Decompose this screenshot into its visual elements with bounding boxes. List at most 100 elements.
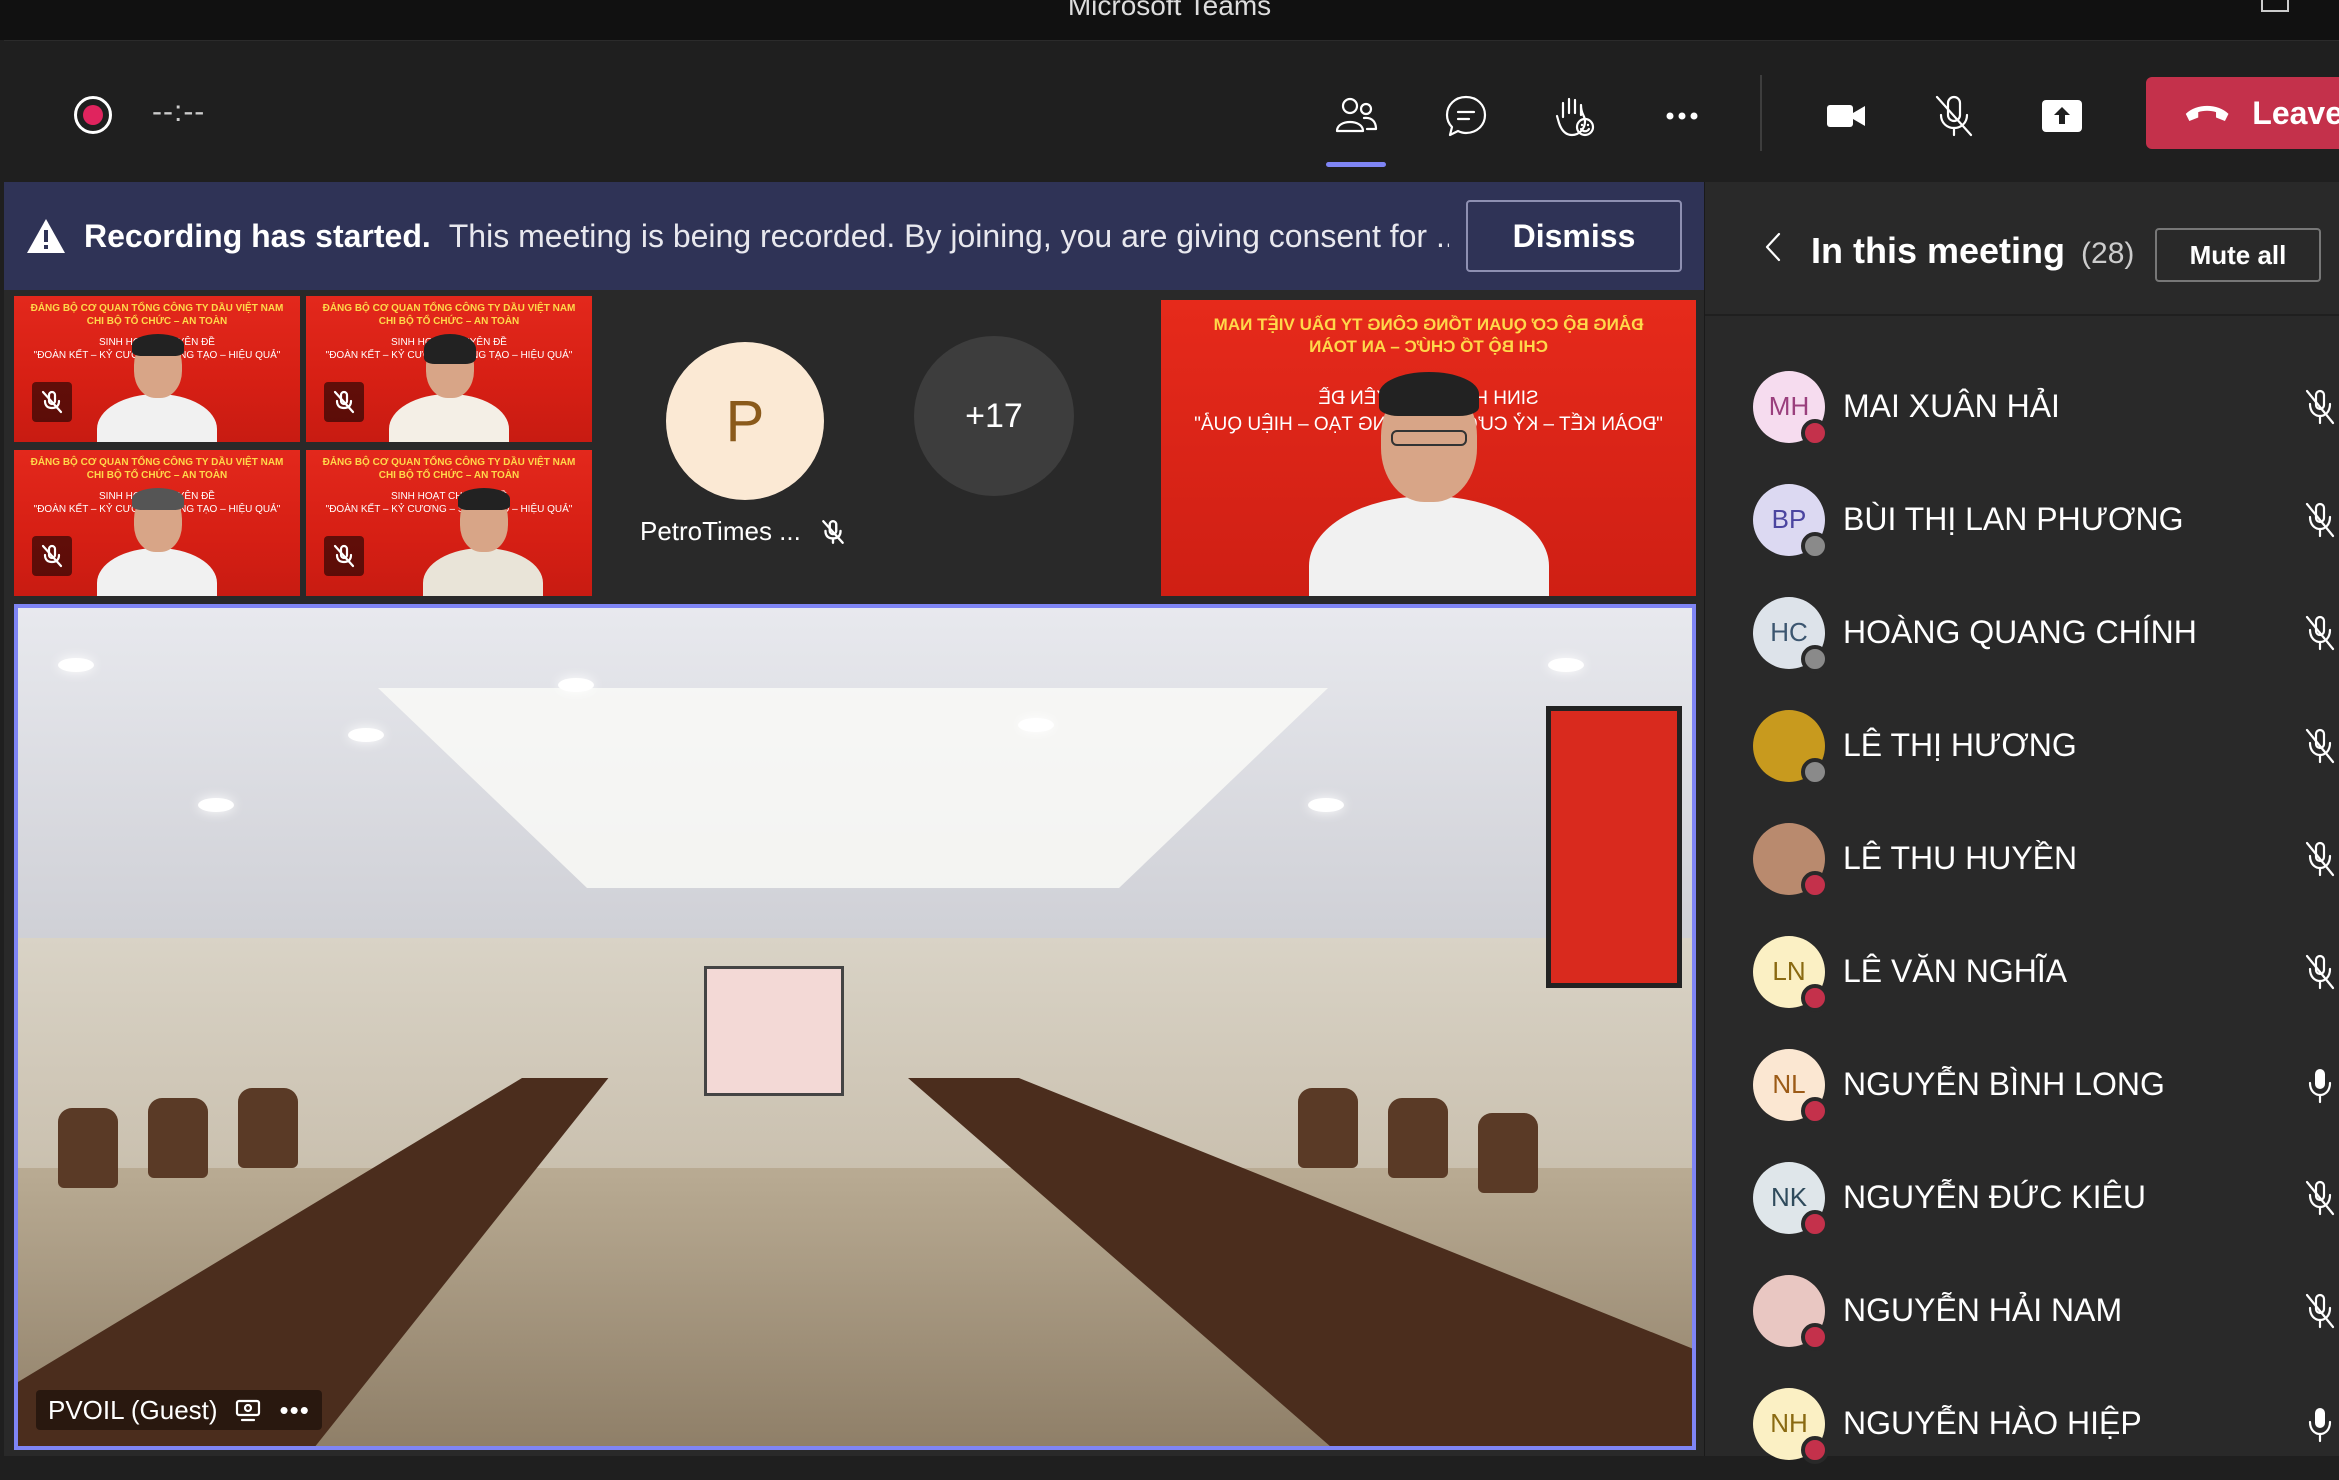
- mic-off-icon[interactable]: [2303, 952, 2337, 992]
- mic-off-icon[interactable]: [2303, 1291, 2337, 1331]
- wall-monitor: [1546, 706, 1682, 988]
- participant-video-tile[interactable]: ĐẢNG BỘ CƠ QUAN TỔNG CÔNG TY DẦU VIỆT NA…: [306, 296, 592, 442]
- participant-avatar[interactable]: P: [666, 342, 824, 500]
- participant-name: LÊ THỊ HƯƠNG: [1843, 727, 2077, 763]
- mic-off-icon: [1935, 95, 1973, 137]
- share-content-button[interactable]: [2024, 81, 2100, 151]
- participant-name: NGUYỄN HẢI NAM: [1843, 1292, 2123, 1328]
- participant-avatar: MH: [1753, 370, 1829, 447]
- tile-banner-text: ĐẢNG BỘ CƠ QUAN TỔNG CÔNG TY DẦU VIỆT NA…: [30, 457, 284, 481]
- leave-meeting-button[interactable]: Leave: [2146, 77, 2339, 149]
- maximize-icon[interactable]: [2261, 0, 2289, 12]
- participants-icon: [1335, 97, 1378, 133]
- more-actions-button[interactable]: [1644, 81, 1720, 151]
- presence-status-icon: [1801, 644, 1829, 673]
- tile-muted-badge: [32, 536, 72, 576]
- mute-all-button[interactable]: Mute all: [2155, 228, 2321, 282]
- mic-icon[interactable]: [2303, 1065, 2337, 1105]
- mic-icon[interactable]: [2303, 1404, 2337, 1444]
- participant-avatar: HC: [1753, 596, 1829, 673]
- tile-muted-badge: [324, 536, 364, 576]
- mic-off-icon[interactable]: [2303, 387, 2337, 427]
- participant-row[interactable]: NH NGUYỄN HÀO HIỆP: [1705, 1367, 2339, 1480]
- participant-avatar: [1753, 822, 1829, 899]
- participant-name: HOÀNG QUANG CHÍNH: [1843, 614, 2197, 650]
- raise-hand-button[interactable]: [1536, 81, 1612, 151]
- participant-row[interactable]: MH MAI XUÂN HẢI: [1705, 350, 2339, 463]
- mic-off-icon[interactable]: [2303, 726, 2337, 766]
- meeting-control-bar: --:-- Leave: [4, 40, 2339, 182]
- participant-row[interactable]: HC HOÀNG QUANG CHÍNH: [1705, 576, 2339, 689]
- participant-video-tile[interactable]: ĐẢNG BỘ CƠ QUAN TỔNG CÔNG TY DẦU VIỆT NA…: [306, 450, 592, 596]
- tile-banner-text: ĐẢNG BỘ CƠ QUAN TỔNG CÔNG TY DẦU VIỆT NA…: [322, 303, 576, 327]
- participant-row[interactable]: BP BÙI THỊ LAN PHƯƠNG: [1705, 463, 2339, 576]
- hang-up-icon: [2185, 105, 2229, 122]
- recording-banner-title: Recording has started.: [84, 217, 431, 254]
- participant-name: NGUYỄN BÌNH LONG: [1843, 1066, 2165, 1102]
- more-options-icon[interactable]: •••: [280, 1395, 310, 1426]
- participant-count: (28): [2081, 237, 2135, 270]
- participants-panel: In this meeting (28) Mute all MH MAI XUÂN…: [1704, 182, 2339, 1464]
- participant-name: NGUYỄN HÀO HIỆP: [1843, 1405, 2142, 1441]
- recording-indicator-icon: [74, 96, 112, 134]
- participant-video-tile[interactable]: ĐẢNG BỘ CƠ QUAN TỔNG CÔNG TY DẦU VIỆT NA…: [14, 450, 300, 596]
- presence-status-icon: [1801, 757, 1829, 786]
- toolbar-divider: [1760, 75, 1762, 151]
- participant-row[interactable]: NK NGUYỄN ĐỨC KIÊU: [1705, 1141, 2339, 1254]
- camera-icon: [1827, 105, 1865, 127]
- main-video-name: PVOIL (Guest): [48, 1394, 218, 1425]
- show-chat-button[interactable]: [1428, 81, 1504, 151]
- recording-notification-banner: Recording has started. This meeting is b…: [4, 182, 1704, 290]
- main-video-tile[interactable]: PVOIL (Guest) •••: [14, 604, 1696, 1450]
- presence-status-icon: [1801, 1322, 1829, 1351]
- window-title: Microsoft Teams: [1067, 0, 1272, 21]
- meeting-room-icon: [235, 1399, 260, 1422]
- presence-status-icon: [1801, 1209, 1829, 1238]
- camera-toggle-button[interactable]: [1808, 81, 1884, 151]
- participant-row[interactable]: LÊ THU HUYỀN: [1705, 802, 2339, 915]
- self-video-tile[interactable]: ĐẢNG BỘ CƠ QUAN TỔNG CÔNG TY DẦU VIỆT NA…: [1161, 300, 1696, 596]
- raise-hand-icon: [1555, 97, 1595, 137]
- mic-off-icon: [41, 544, 63, 568]
- overflow-participants-button[interactable]: +17: [914, 336, 1074, 496]
- mic-off-icon: [41, 390, 63, 414]
- presence-status-icon: [1801, 531, 1829, 560]
- chair: [58, 1108, 118, 1188]
- mic-off-icon: [333, 544, 355, 568]
- participant-figure: [92, 328, 222, 442]
- participant-row[interactable]: NGUYỄN HẢI NAM: [1705, 1254, 2339, 1367]
- tile-banner-text: ĐẢNG BỘ CƠ QUAN TỔNG CÔNG TY DẦU VIỆT NA…: [1213, 315, 1644, 356]
- presence-status-icon: [1801, 418, 1829, 447]
- chair: [148, 1098, 208, 1178]
- participant-figure: [418, 482, 548, 596]
- participant-name-label: PetroTimes ...: [640, 516, 847, 547]
- warning-icon: [27, 219, 65, 253]
- participant-avatar: BP: [1753, 483, 1829, 560]
- ceiling-light: [1548, 658, 1584, 672]
- show-participants-button[interactable]: [1318, 81, 1394, 167]
- ceiling-light: [1018, 718, 1054, 732]
- participant-row[interactable]: NL NGUYỄN BÌNH LONG: [1705, 1028, 2339, 1141]
- participant-name: BÙI THỊ LAN PHƯƠNG: [1843, 501, 2184, 537]
- presence-status-icon: [1801, 1096, 1829, 1125]
- tile-muted-badge: [324, 382, 364, 422]
- participant-avatar: NH: [1753, 1387, 1829, 1464]
- tile-banner-text: ĐẢNG BỘ CƠ QUAN TỔNG CÔNG TY DẦU VIỆT NA…: [322, 457, 576, 481]
- presence-status-icon: [1801, 1435, 1829, 1464]
- mic-off-icon[interactable]: [2303, 500, 2337, 540]
- participant-figure: [92, 482, 222, 596]
- mic-toggle-button[interactable]: [1916, 81, 1992, 151]
- participant-avatar: LN: [1753, 935, 1829, 1012]
- mic-off-icon[interactable]: [2303, 613, 2337, 653]
- mic-off-icon[interactable]: [2303, 1178, 2337, 1218]
- participant-row[interactable]: LÊ THỊ HƯƠNG: [1705, 689, 2339, 802]
- chevron-left-icon[interactable]: [1759, 230, 1789, 264]
- mic-off-icon[interactable]: [2303, 839, 2337, 879]
- participant-row[interactable]: LN LÊ VĂN NGHĨA: [1705, 915, 2339, 1028]
- dismiss-button[interactable]: Dismiss: [1466, 200, 1682, 272]
- participant-figure: [384, 328, 514, 442]
- participant-name: LÊ THU HUYỀN: [1843, 840, 2078, 876]
- meeting-timer: --:--: [152, 95, 206, 128]
- ceiling-light: [348, 728, 384, 742]
- participant-video-tile[interactable]: ĐẢNG BỘ CƠ QUAN TỔNG CÔNG TY DẦU VIỆT NA…: [14, 296, 300, 442]
